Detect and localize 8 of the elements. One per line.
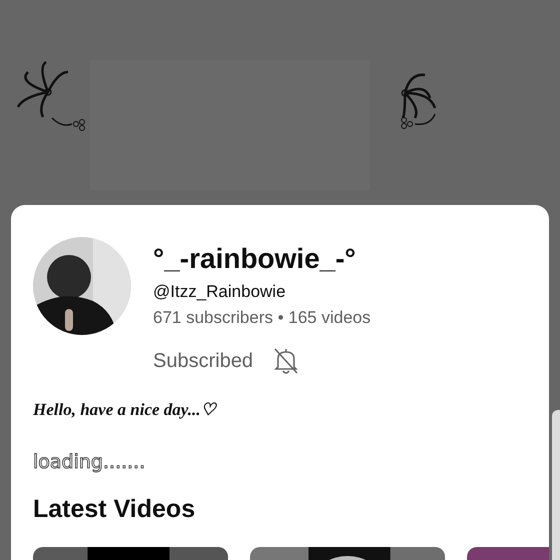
channel-name: °_-rainbowie_-°: [153, 243, 357, 275]
channel-description: Hello, have a nice day...♡: [33, 399, 218, 421]
channel-handle: @Itzz_Rainbowie: [153, 281, 287, 303]
subscribed-button[interactable]: Subscribed: [153, 349, 254, 373]
status-text: loading.......: [33, 450, 146, 474]
section-title: Latest Videos: [33, 494, 196, 524]
bell-off-icon[interactable]: [273, 347, 300, 375]
channel-stats: 671 subscribers • 165 videos: [153, 307, 371, 329]
